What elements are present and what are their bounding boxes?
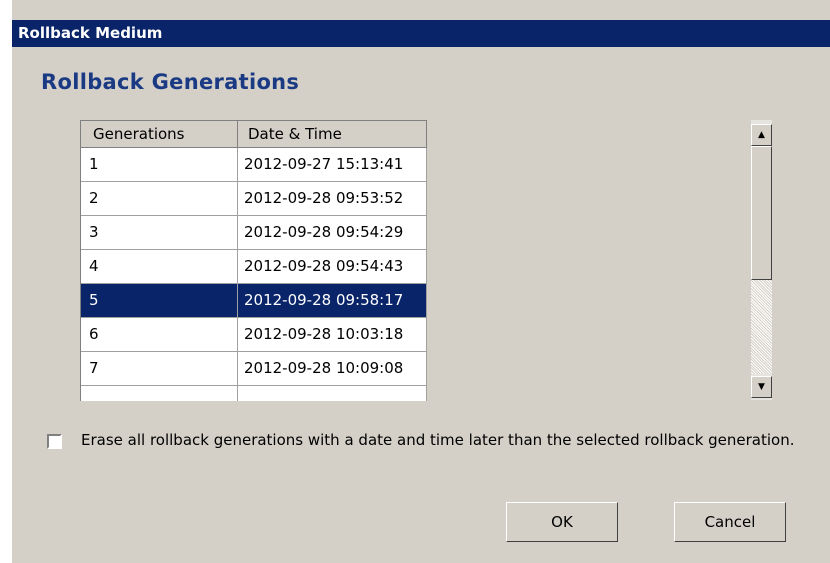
- generation-cell: 4: [81, 250, 238, 284]
- table-row[interactable]: 7 2012-09-28 10:09:08: [81, 352, 427, 386]
- empty-cell: [238, 386, 427, 401]
- ok-button[interactable]: OK: [506, 502, 618, 542]
- table-row[interactable]: 3 2012-09-28 09:54:29: [81, 216, 427, 250]
- rollback-medium-dialog: Rollback Medium Rollback Generations Gen…: [12, 0, 830, 563]
- table-row[interactable]: 4 2012-09-28 09:54:43: [81, 250, 427, 284]
- datetime-cell: 2012-09-28 10:09:08: [238, 352, 427, 386]
- table-row-partial: [81, 386, 427, 401]
- cancel-button[interactable]: Cancel: [674, 502, 786, 542]
- vertical-scrollbar[interactable]: ▲ ▼: [751, 120, 772, 400]
- window-title: Rollback Medium: [12, 20, 830, 47]
- generation-cell: 7: [81, 352, 238, 386]
- scroll-thumb[interactable]: [751, 146, 772, 280]
- generations-table: Generations Date & Time 1 2012-09-27 15:…: [80, 120, 427, 401]
- datetime-cell: 2012-09-27 15:13:41: [238, 148, 427, 182]
- generation-cell: 6: [81, 318, 238, 352]
- datetime-cell: 2012-09-28 09:53:52: [238, 182, 427, 216]
- datetime-cell: 2012-09-28 09:54:29: [238, 216, 427, 250]
- datetime-cell: 2012-09-28 09:58:17: [238, 284, 427, 318]
- column-header-generations[interactable]: Generations: [81, 121, 238, 148]
- table-row[interactable]: 6 2012-09-28 10:03:18: [81, 318, 427, 352]
- table-row[interactable]: 2 2012-09-28 09:53:52: [81, 182, 427, 216]
- erase-later-checkbox[interactable]: [47, 434, 62, 449]
- column-header-date-time[interactable]: Date & Time: [238, 121, 427, 148]
- generation-cell: 5: [81, 284, 238, 318]
- generation-cell: 3: [81, 216, 238, 250]
- scroll-down-arrow-icon[interactable]: ▼: [751, 376, 772, 398]
- section-heading: Rollback Generations: [41, 70, 300, 94]
- generation-cell: 2: [81, 182, 238, 216]
- table-row-selected[interactable]: 5 2012-09-28 09:58:17: [81, 284, 427, 318]
- table-row[interactable]: 1 2012-09-27 15:13:41: [81, 148, 427, 182]
- datetime-cell: 2012-09-28 09:54:43: [238, 250, 427, 284]
- erase-later-label[interactable]: Erase all rollback generations with a da…: [81, 430, 801, 450]
- datetime-cell: 2012-09-28 10:03:18: [238, 318, 427, 352]
- scroll-track[interactable]: [751, 280, 772, 374]
- scroll-up-arrow-icon[interactable]: ▲: [751, 124, 772, 146]
- table-header: Generations Date & Time: [81, 121, 427, 148]
- empty-cell: [81, 386, 238, 401]
- generation-cell: 1: [81, 148, 238, 182]
